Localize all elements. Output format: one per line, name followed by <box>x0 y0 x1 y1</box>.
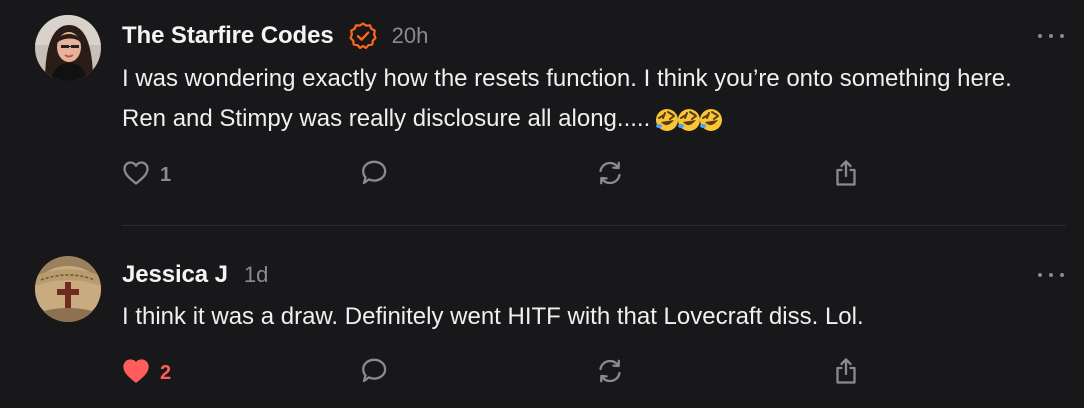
reply-button[interactable] <box>359 160 389 190</box>
comment-text: I think it was a draw. Definitely went H… <box>122 297 1022 337</box>
heart-filled-icon <box>122 358 150 389</box>
share-button[interactable] <box>832 158 860 193</box>
comment-text: I was wondering exactly how the resets f… <box>122 59 1022 139</box>
share-button[interactable] <box>832 356 860 391</box>
restack-button[interactable] <box>595 358 625 388</box>
comment-header: The Starfire Codes 20h <box>122 20 428 52</box>
share-upload-icon <box>832 158 860 193</box>
rolling-laughing-emoji-icon <box>654 107 724 133</box>
reply-button[interactable] <box>359 358 389 388</box>
more-dots-icon <box>1038 273 1042 277</box>
share-upload-icon <box>832 356 860 391</box>
comment: The Starfire Codes 20h I was wondering e… <box>0 0 1084 225</box>
like-button[interactable]: 1 <box>122 160 171 190</box>
comment-actions: 2 <box>122 356 862 391</box>
comment-body: I was wondering exactly how the resets f… <box>122 65 1012 132</box>
comment-feed: The Starfire Codes 20h I was wondering e… <box>0 0 1084 408</box>
comment-actions: 1 <box>122 158 862 193</box>
comment: Jessica J 1d I think it was a draw. Defi… <box>0 226 1084 408</box>
avatar[interactable] <box>35 256 101 322</box>
heart-outline-icon <box>122 160 150 191</box>
timestamp[interactable]: 20h <box>392 23 429 49</box>
avatar[interactable] <box>35 15 101 81</box>
speech-bubble-icon <box>359 159 389 192</box>
like-count: 2 <box>160 361 172 384</box>
comment-header: Jessica J 1d <box>122 259 268 291</box>
like-button[interactable]: 2 <box>122 358 171 388</box>
timestamp[interactable]: 1d <box>244 262 268 288</box>
verified-check-icon <box>348 21 378 51</box>
restack-arrows-icon <box>595 356 625 391</box>
more-options-button[interactable] <box>1038 30 1064 42</box>
more-dots-icon <box>1038 34 1042 38</box>
restack-arrows-icon <box>595 158 625 193</box>
more-options-button[interactable] <box>1038 269 1064 281</box>
author-name[interactable]: Jessica J <box>122 261 228 289</box>
author-name[interactable]: The Starfire Codes <box>122 22 334 50</box>
like-count: 1 <box>160 163 172 186</box>
restack-button[interactable] <box>595 160 625 190</box>
comment-body: I think it was a draw. Definitely went H… <box>122 303 864 330</box>
speech-bubble-icon <box>359 357 389 390</box>
